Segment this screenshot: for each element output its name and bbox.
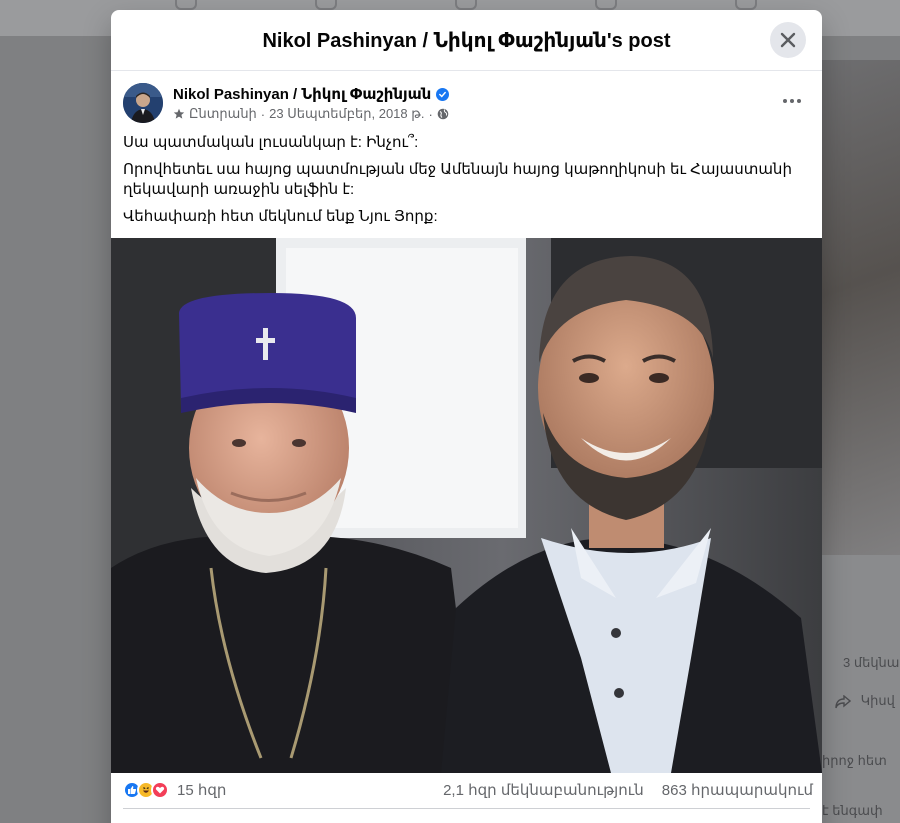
nav-gaming-icon <box>735 0 757 10</box>
post-stats: 15 հզր 2,1 հզր մեկնաբանություն 863 հրապա… <box>123 777 813 803</box>
post-paragraph: Վեհափառի հետ մեկնում ենք Նյու Յորք: <box>123 208 438 225</box>
post-meta: Ընտրանի · 23 Սեպտեմբեր, 2018 թ. · <box>173 106 449 122</box>
post-text: Սա պատմական լուսանկար է: Ինչու՞: Որովհետ… <box>123 133 813 234</box>
comment-count[interactable]: 2,1 հզր մեկնաբանություն <box>443 781 644 799</box>
background-post-photo <box>822 60 900 555</box>
love-reaction-icon <box>151 781 169 799</box>
share-count[interactable]: 863 հրապարակում <box>662 781 813 799</box>
background-share-button: Կիսվ <box>835 693 895 709</box>
background-comment-count: 3 մեկնա <box>843 655 900 670</box>
reaction-count[interactable]: 15 հզր <box>177 781 226 799</box>
post-date[interactable]: 23 Սեպտեմբեր, 2018 թ. <box>269 106 424 122</box>
author-avatar[interactable] <box>123 83 163 123</box>
post-header: Nikol Pashinyan / Նիկոլ Փաշինյան Ընտրանի… <box>123 83 810 125</box>
nav-groups-icon <box>595 0 617 10</box>
meta-separator: · <box>260 106 266 122</box>
favorites-label[interactable]: Ընտրանի <box>189 106 257 122</box>
post-paragraph: Սա պատմական լուսանկար է: Ինչու՞: <box>123 134 419 151</box>
background-comment-snippet-2: է ենգափ <box>822 803 883 818</box>
globe-icon[interactable] <box>437 108 449 120</box>
post-paragraph: Որովհետեւ սա հայոց պատմության մեջ Ամենայ… <box>123 161 792 198</box>
author-name-text[interactable]: Nikol Pashinyan / Նիկոլ Փաշինյան <box>173 85 431 103</box>
dot-icon <box>797 99 801 103</box>
close-icon <box>780 32 796 48</box>
stats-divider <box>123 808 810 809</box>
dot-icon <box>790 99 794 103</box>
post-modal: Nikol Pashinyan / Նիկոլ Փաշինյան's post … <box>111 10 822 823</box>
verified-badge-icon <box>436 87 450 101</box>
background-share-label: Կիսվ <box>860 693 895 708</box>
selfie-photo-image <box>111 238 822 773</box>
post-photo[interactable] <box>111 238 822 773</box>
share-icon <box>835 694 852 708</box>
close-button[interactable] <box>770 22 806 58</box>
star-icon <box>173 108 185 119</box>
modal-header: Nikol Pashinyan / Նիկոլ Փաշինյան's post <box>111 10 822 71</box>
engagement-counts: 2,1 հզր մեկնաբանություն 863 հրապարակում <box>443 781 813 799</box>
nav-home-icon <box>175 0 197 10</box>
reaction-icons[interactable] <box>123 781 169 799</box>
nav-marketplace-icon <box>455 0 477 10</box>
modal-title: Nikol Pashinyan / Նիկոլ Փաշինյան's post <box>262 29 671 52</box>
dot-icon <box>783 99 787 103</box>
nav-video-icon <box>315 0 337 10</box>
post-options-button[interactable] <box>778 89 806 113</box>
meta-separator: · <box>428 106 433 122</box>
background-comment-snippet: իրոջ հետ <box>822 753 887 768</box>
avatar-image <box>123 83 163 123</box>
author-name[interactable]: Nikol Pashinyan / Նիկոլ Փաշինյան <box>173 85 450 103</box>
